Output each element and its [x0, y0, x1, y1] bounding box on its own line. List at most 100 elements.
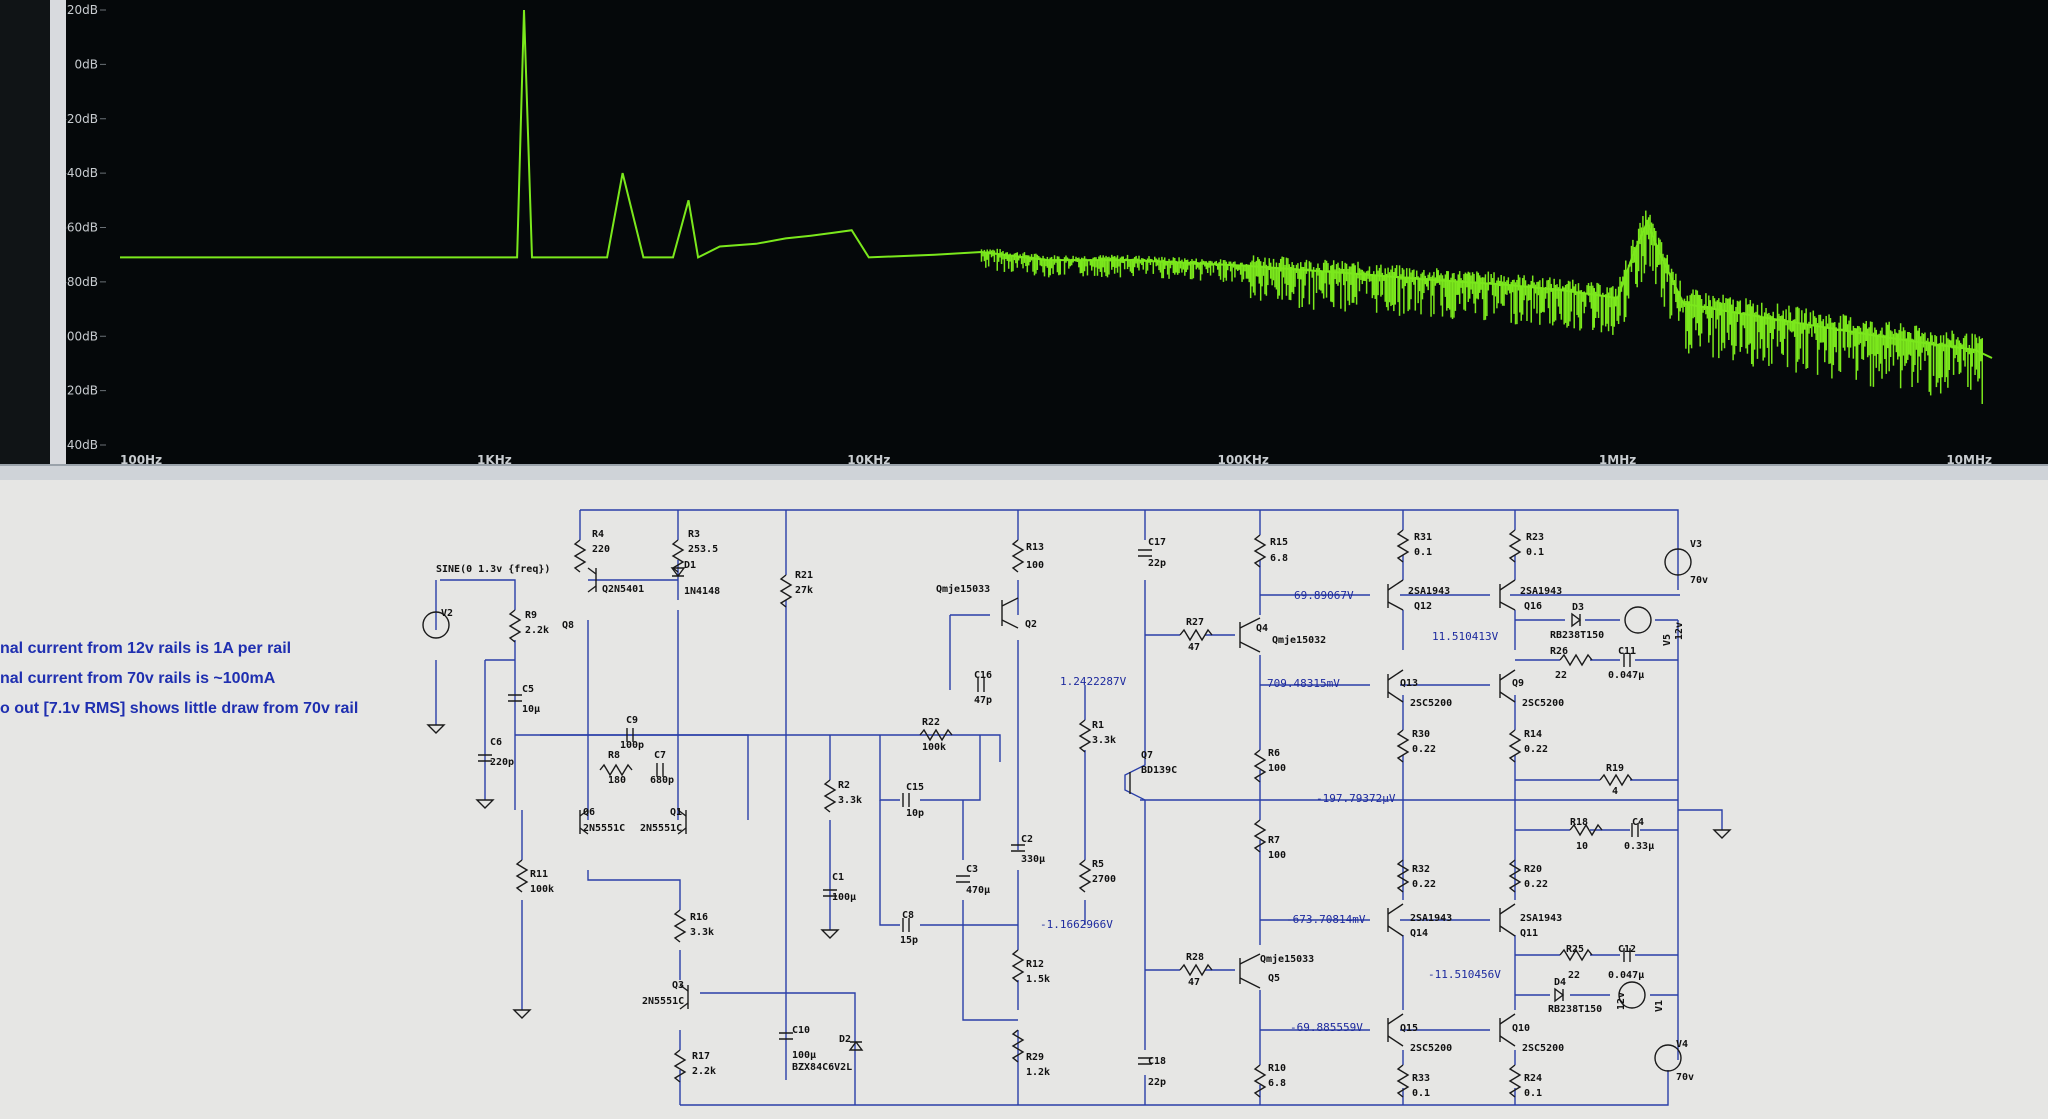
node-voltage-9[interactable]: -69.885559V	[1290, 1021, 1363, 1034]
label-r17-value: 2.2k	[692, 1066, 716, 1077]
label-v3-value: 70v	[1690, 575, 1708, 586]
label-v5-value: 12v	[1674, 622, 1685, 640]
resistor-r1[interactable]	[1078, 719, 1092, 753]
schematic-note-1[interactable]: nal current from 12v rails is 1A per rai…	[0, 640, 291, 657]
label-r8-value: 180	[608, 775, 626, 786]
node-voltage-2[interactable]: 11.510413V	[1432, 630, 1499, 643]
voltage-source-v5[interactable]	[1624, 606, 1652, 634]
label-c16: C16	[974, 670, 992, 681]
label-r9: R9	[525, 610, 537, 621]
label-v5: V5	[1662, 634, 1673, 646]
label-r7-value: 100	[1268, 850, 1286, 861]
node-voltage-5[interactable]: -197.79372µV	[1316, 792, 1396, 805]
label-r22-value: 100k	[922, 742, 946, 753]
resistor-r16[interactable]	[673, 909, 687, 943]
node-voltage-6[interactable]: -1.1662966V	[1040, 918, 1113, 931]
ground-output	[1712, 829, 1732, 839]
label-r19-value: 4	[1612, 786, 1618, 797]
label-c7: C7	[654, 750, 666, 761]
capacitor-c3[interactable]	[956, 875, 970, 883]
capacitor-c15[interactable]	[902, 793, 910, 807]
label-q1-value: 2N5551C	[640, 823, 682, 834]
transistor-q11[interactable]	[1499, 903, 1516, 937]
label-c18-value: 22p	[1148, 1077, 1166, 1088]
transistor-q2[interactable]	[1001, 597, 1019, 629]
wire-top-rail	[580, 509, 1679, 590]
label-d1-value: 1N4148	[684, 586, 720, 597]
schematic-canvas[interactable]: nal current from 12v rails is 1A per rai…	[0, 480, 2048, 1119]
label-d2: D2	[839, 1034, 851, 1045]
label-c6-value: 220p	[490, 757, 514, 768]
diode-d3[interactable]	[1571, 612, 1582, 628]
label-c10-value: 100µ	[792, 1050, 816, 1061]
fft-trace	[120, 9, 1993, 404]
node-voltage-3[interactable]: 709.48315mV	[1267, 677, 1340, 690]
resistor-r11[interactable]	[515, 859, 529, 893]
label-r16: R16	[690, 912, 708, 923]
label-c12: C12	[1618, 944, 1636, 955]
label-c11: C11	[1618, 646, 1636, 657]
label-r2: R2	[838, 780, 850, 791]
transistor-q5[interactable]	[1239, 953, 1261, 989]
label-r11-value: 100k	[530, 884, 554, 895]
label-r32-value: 0.22	[1412, 879, 1436, 890]
node-voltage-4[interactable]: 1.2422287V	[1060, 675, 1127, 688]
resistor-r4[interactable]	[573, 539, 587, 573]
plot-axis-frame	[50, 0, 66, 470]
resistor-r9[interactable]	[508, 609, 522, 643]
label-r11: R11	[530, 869, 548, 880]
diode-d2[interactable]	[848, 1040, 864, 1051]
fft-trace-line	[120, 9, 1993, 359]
resistor-r13[interactable]	[1011, 539, 1025, 573]
schematic-note-3[interactable]: o out [7.1v RMS] shows little draw from …	[0, 700, 358, 717]
resistor-r5[interactable]	[1078, 859, 1092, 893]
fft-plot[interactable]: 20dB0dB-20dB-40dB-60dB-80dB-100dB-120dB-…	[0, 0, 2048, 470]
wire-c3	[962, 800, 1018, 1021]
label-r22: R22	[922, 717, 940, 728]
label-c18: C18	[1148, 1056, 1166, 1067]
label-r21-value: 27k	[795, 585, 813, 596]
wire-bias	[700, 992, 856, 1105]
label-c8: C8	[902, 910, 914, 921]
label-r26-value: 22	[1555, 670, 1567, 681]
label-q14-value: 2SA1943	[1410, 913, 1452, 924]
label-r1-value: 3.3k	[1092, 735, 1116, 746]
schematic-pane[interactable]: nal current from 12v rails is 1A per rai…	[0, 480, 2048, 1119]
label-r6-value: 100	[1268, 763, 1286, 774]
label-r31: R31	[1414, 532, 1432, 543]
label-q3-value: 2N5551C	[642, 996, 684, 1007]
label-q10: Q10	[1512, 1023, 1530, 1034]
resistor-r12[interactable]	[1011, 949, 1025, 983]
label-r10: R10	[1268, 1063, 1286, 1074]
node-voltage-7[interactable]: -673.70814mV	[1286, 913, 1366, 926]
label-c12-value: 0.047µ	[1608, 970, 1644, 981]
ground-c6	[475, 799, 495, 809]
node-voltage-8[interactable]: -11.510456V	[1428, 968, 1501, 981]
label-q10-value: 2SC5200	[1522, 1043, 1564, 1054]
label-r10-value: 6.8	[1268, 1078, 1286, 1089]
schematic-note-2[interactable]: nal current from 70v rails is ~100mA	[0, 670, 276, 687]
resistor-r8[interactable]	[599, 763, 633, 777]
resistor-r2[interactable]	[823, 779, 837, 813]
label-r29-value: 1.2k	[1026, 1067, 1050, 1078]
label-r24-value: 0.1	[1524, 1088, 1542, 1099]
label-q4: Q4	[1256, 623, 1268, 634]
label-r15-value: 6.8	[1270, 553, 1288, 564]
label-q12-value: 2SA1943	[1408, 586, 1450, 597]
label-r9-value: 2.2k	[525, 625, 549, 636]
resistor-r19[interactable]	[1599, 773, 1633, 787]
label-c10: C10	[792, 1025, 810, 1036]
wire-ltp-tail	[587, 870, 681, 910]
y-tick-label: -60dB	[63, 221, 98, 235]
label-r31-value: 0.1	[1414, 547, 1432, 558]
label-c4: C4	[1632, 817, 1644, 828]
label-c5: C5	[522, 684, 534, 695]
node-voltage-1[interactable]: 69.89067V	[1294, 589, 1354, 602]
source-directive[interactable]: SINE(0 1.3v {freq})	[436, 564, 550, 575]
wire-q7	[1124, 510, 1146, 925]
waveform-plot-pane[interactable]: 20dB 0dB -20dB -40dB -60dB -80dB -100dB -120dB -…	[0, 0, 2048, 470]
diode-d4[interactable]	[1554, 987, 1565, 1003]
capacitor-c17[interactable]	[1138, 549, 1152, 557]
label-r2-value: 3.3k	[838, 795, 862, 806]
label-c9: C9	[626, 715, 638, 726]
